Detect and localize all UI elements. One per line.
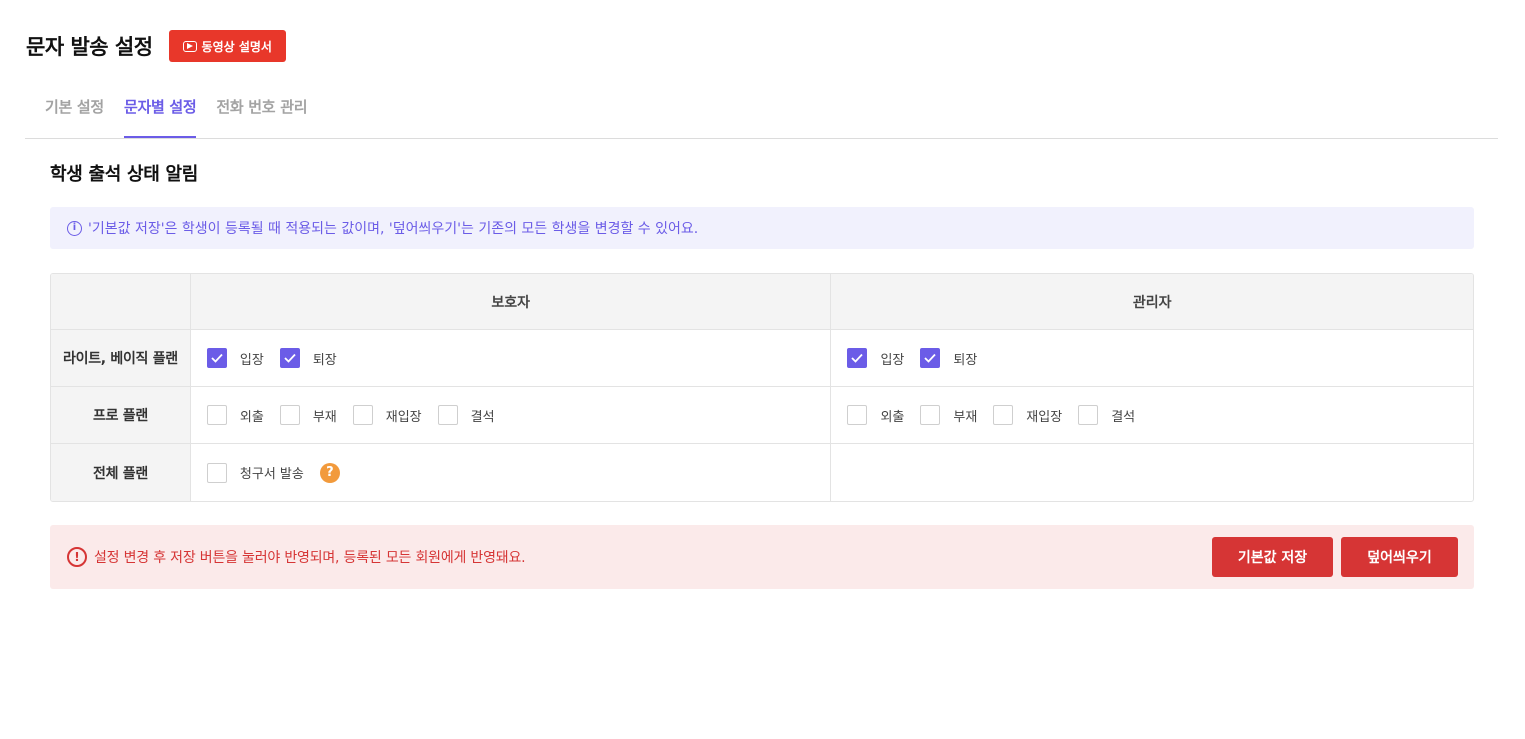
- help-icon[interactable]: ?: [319, 462, 340, 483]
- row-label: 라이트, 베이직 플랜: [51, 330, 191, 386]
- info-banner: i '기본값 저장'은 학생이 등록될 때 적용되는 값이며, '덮어씌우기'는…: [50, 207, 1474, 249]
- guardian-checkbox[interactable]: 외출: [206, 405, 264, 425]
- tab-per-message-settings[interactable]: 문자별 설정: [123, 84, 197, 138]
- checkbox-empty-icon[interactable]: [920, 405, 941, 425]
- guardian-cell: 외출 부재 재입장 결석: [191, 387, 832, 443]
- notification-settings-table: 보호자 관리자 라이트, 베이직 플랜 입장 퇴장 입장 퇴장프로 플랜 외출 부재 재입장 결…: [50, 273, 1474, 502]
- table-row: 라이트, 베이직 플랜 입장 퇴장 입장 퇴장: [51, 330, 1473, 387]
- video-guide-button[interactable]: 동영상 설명서: [168, 30, 286, 62]
- info-icon: i: [67, 220, 82, 236]
- checkbox-label: 퇴장: [953, 352, 978, 368]
- checkbox-label: 외출: [239, 409, 264, 425]
- checkbox-empty-icon[interactable]: [1078, 405, 1099, 425]
- tab-phone-number-management[interactable]: 전화 번호 관리: [216, 84, 307, 138]
- checkbox-label: 결석: [1111, 409, 1136, 425]
- guardian-cell: 입장 퇴장: [191, 330, 832, 386]
- checkbox-label: 결석: [470, 409, 495, 425]
- checkbox-checked-icon[interactable]: [847, 348, 868, 368]
- checkbox-label: 부재: [953, 409, 978, 425]
- warning-text: 설정 변경 후 저장 버튼을 눌러야 반영되며, 등록된 모든 회원에게 반영돼…: [94, 550, 526, 566]
- checkbox-checked-icon[interactable]: [279, 348, 300, 368]
- row-label: 전체 플랜: [51, 444, 191, 501]
- guardian-checkbox[interactable]: 청구서 발송: [206, 462, 304, 483]
- checkbox-label: 부재: [312, 409, 337, 425]
- checkbox-label: 재입장: [385, 409, 422, 425]
- guardian-checkbox[interactable]: 부재: [279, 405, 337, 425]
- guardian-checkbox[interactable]: 퇴장: [279, 348, 337, 368]
- checkbox-empty-icon[interactable]: [279, 405, 300, 425]
- checkbox-label: 입장: [239, 352, 264, 368]
- admin-cell: 외출 부재 재입장 결석: [831, 387, 1473, 443]
- admin-checkbox[interactable]: 외출: [847, 405, 904, 425]
- admin-checkbox[interactable]: 퇴장: [920, 348, 977, 368]
- checkbox-checked-icon[interactable]: [920, 348, 941, 368]
- checkbox-label: 퇴장: [312, 352, 337, 368]
- footer-actions: 기본값 저장 덮어씌우기: [1212, 537, 1458, 577]
- column-header-guardian: 보호자: [191, 274, 832, 329]
- info-text: '기본값 저장'은 학생이 등록될 때 적용되는 값이며, '덮어씌우기'는 기…: [88, 221, 699, 237]
- checkbox-empty-icon[interactable]: [352, 405, 373, 425]
- alert-icon: !: [67, 547, 87, 567]
- overwrite-button[interactable]: 덮어씌우기: [1341, 537, 1458, 577]
- checkbox-label: 재입장: [1026, 409, 1063, 425]
- admin-checkbox[interactable]: 결석: [1078, 405, 1135, 425]
- table-header-row: 보호자 관리자: [51, 274, 1473, 330]
- video-guide-label: 동영상 설명서: [201, 39, 272, 54]
- checkbox-label: 외출: [880, 409, 905, 425]
- admin-checkbox[interactable]: 재입장: [993, 405, 1062, 425]
- checkbox-label: 입장: [880, 352, 905, 368]
- table-row: 전체 플랜 청구서 발송?: [51, 444, 1473, 501]
- page-header: 문자 발송 설정 동영상 설명서: [26, 30, 286, 62]
- admin-cell: [831, 444, 1473, 501]
- page-title: 문자 발송 설정: [26, 35, 153, 59]
- checkbox-label: 청구서 발송: [239, 467, 304, 482]
- guardian-checkbox[interactable]: 재입장: [352, 405, 422, 425]
- save-default-button[interactable]: 기본값 저장: [1212, 537, 1333, 577]
- warning-banner: ! 설정 변경 후 저장 버튼을 눌러야 반영되며, 등록된 모든 회원에게 반…: [50, 525, 1474, 589]
- section-title: 학생 출석 상태 알림: [50, 164, 198, 185]
- play-icon: [182, 40, 197, 52]
- admin-checkbox[interactable]: 입장: [847, 348, 904, 368]
- checkbox-empty-icon[interactable]: [847, 405, 868, 425]
- checkbox-empty-icon[interactable]: [437, 405, 458, 425]
- checkbox-empty-icon[interactable]: [206, 462, 227, 483]
- guardian-checkbox[interactable]: 입장: [206, 348, 264, 368]
- guardian-checkbox[interactable]: 결석: [437, 405, 495, 425]
- tab-basic-settings[interactable]: 기본 설정: [45, 84, 104, 138]
- guardian-cell: 청구서 발송?: [191, 444, 832, 501]
- column-header-admin: 관리자: [1132, 294, 1172, 311]
- admin-checkbox[interactable]: 부재: [920, 405, 977, 425]
- checkbox-empty-icon[interactable]: [993, 405, 1014, 425]
- table-header-corner: [51, 274, 191, 329]
- admin-cell: 입장 퇴장: [831, 330, 1473, 386]
- tab-bar: 기본 설정 문자별 설정 전화 번호 관리: [25, 84, 1498, 139]
- row-label: 프로 플랜: [51, 387, 191, 443]
- table-row: 프로 플랜 외출 부재 재입장 결석 외출 부재 재입장 결석: [51, 387, 1473, 444]
- checkbox-checked-icon[interactable]: [206, 348, 227, 368]
- checkbox-empty-icon[interactable]: [206, 405, 227, 425]
